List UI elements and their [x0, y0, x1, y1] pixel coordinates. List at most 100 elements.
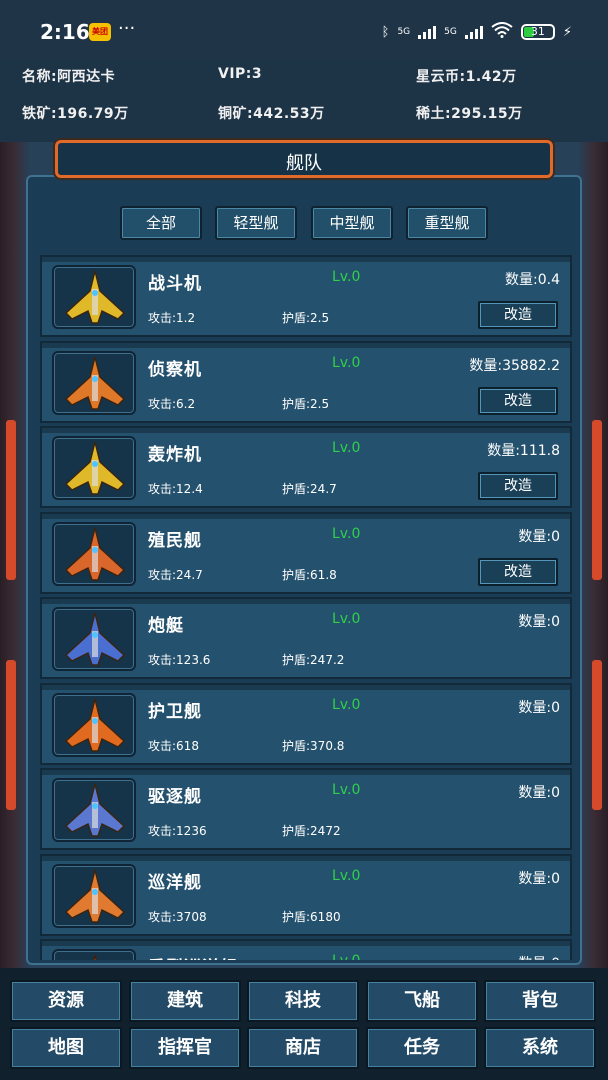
more-notifications-icon: ··· [118, 18, 136, 39]
tab-all[interactable]: 全部 [120, 206, 202, 240]
ship-row[interactable]: 战斗机 Lv.0 数量:0.4 攻击:1.2 护盾:2.5 改造 [40, 255, 572, 337]
ship-name: 巡洋舰 [148, 872, 202, 893]
ship-row[interactable]: 炮艇 Lv.0 数量:0 攻击:123.6 护盾:247.2 [40, 597, 572, 679]
tab-medium-ships[interactable]: 中型舰 [311, 206, 393, 240]
network-type-1: 5G [397, 27, 411, 37]
bottom-nav: 资源 建筑 科技 飞船 背包 地图 指挥官 商店 任务 系统 [0, 968, 608, 1080]
ship-quantity: 数量:0 [518, 785, 560, 801]
nav-system[interactable]: 系统 [484, 1027, 596, 1069]
ship-row[interactable]: 侦察机 Lv.0 数量:35882.2 攻击:6.2 护盾:2.5 改造 [40, 340, 572, 423]
ship-thumbnail [52, 265, 136, 329]
ship-row[interactable]: 驱逐舰 Lv.0 数量:0 攻击:1236 护盾:2472 [40, 768, 572, 850]
right-frame-deco [592, 420, 602, 580]
ship-level: Lv.0 [332, 696, 361, 713]
frigate-ship-icon [64, 698, 126, 752]
ship-thumbnail [52, 350, 136, 415]
ship-level: Lv.0 [332, 611, 361, 627]
nav-tasks[interactable]: 任务 [366, 1027, 478, 1069]
nav-buildings[interactable]: 建筑 [129, 980, 241, 1022]
page-title: 舰队 [286, 153, 322, 174]
gunboat-ship-icon [64, 612, 126, 666]
ship-level: Lv.0 [332, 782, 361, 798]
row-header-strip [42, 257, 570, 262]
row-header-strip [42, 855, 570, 861]
nav-backpack[interactable]: 背包 [484, 980, 596, 1022]
ship-thumbnail [52, 863, 136, 928]
modify-button[interactable]: 改造 [478, 301, 558, 329]
ship-attack: 攻击:12.4 [148, 482, 203, 496]
ship-shield: 护盾:370.8 [282, 738, 345, 753]
vip-level: VIP:3 [218, 66, 263, 82]
nav-technology[interactable]: 科技 [247, 980, 359, 1022]
status-bar: 2:16 美团 ··· ᛒ 5G 5G 31 ⚡ [0, 0, 608, 60]
bluetooth-icon: ᛒ [381, 24, 390, 40]
ship-thumbnail [52, 778, 136, 842]
ship-attack: 攻击:3708 [148, 909, 207, 924]
row-header-strip [42, 599, 570, 604]
row-header-strip [42, 428, 570, 433]
tab-heavy-ships[interactable]: 重型舰 [406, 206, 488, 240]
ship-row[interactable]: 巡洋舰 Lv.0 数量:0 攻击:3708 护盾:6180 [40, 853, 572, 936]
ship-level: Lv.0 [332, 867, 361, 884]
row-header-strip [42, 513, 570, 519]
ship-quantity: 数量:0 [518, 953, 560, 960]
ship-level: Lv.0 [332, 354, 361, 371]
signal-icon [418, 25, 437, 39]
bomber-ship-icon [64, 441, 126, 495]
ship-attack: 攻击:1236 [148, 824, 207, 838]
meituan-app-icon: 美团 [89, 23, 111, 41]
ship-row[interactable]: 殖民舰 Lv.0 数量:0 攻击:24.7 护盾:61.8 改造 [40, 511, 572, 594]
ship-attack: 攻击:24.7 [148, 567, 203, 582]
ship-name: 重型巡洋舰 [148, 953, 238, 960]
ship-thumbnail [52, 521, 136, 586]
nav-map[interactable]: 地图 [10, 1027, 122, 1069]
nav-resources[interactable]: 资源 [10, 980, 122, 1022]
left-frame-deco [6, 420, 16, 580]
modify-button[interactable]: 改造 [478, 386, 558, 415]
ship-name: 殖民舰 [148, 530, 202, 551]
ship-shield: 护盾:247.2 [282, 653, 345, 667]
title-bar: 舰队 [55, 140, 553, 178]
ship-row[interactable]: 轰炸机 Lv.0 数量:111.8 攻击:12.4 护盾:24.7 改造 [40, 426, 572, 508]
clock: 2:16 [40, 20, 90, 44]
ship-level: Lv.0 [332, 440, 361, 456]
modify-button[interactable]: 改造 [478, 557, 558, 586]
ship-name: 炮艇 [148, 616, 184, 636]
ship-quantity: 数量:0 [518, 528, 560, 545]
ship-thumbnail [52, 607, 136, 671]
ship-quantity: 数量:111.8 [487, 443, 560, 459]
ship-shield: 护盾:2472 [282, 824, 341, 838]
fighter-ship-icon [64, 270, 126, 324]
signal-icon-2 [464, 25, 483, 39]
ship-thumbnail [52, 692, 136, 757]
iron-ore: 铁矿:196.79万 [22, 106, 129, 122]
ship-thumbnail [52, 949, 136, 960]
ship-quantity: 数量:0 [518, 614, 560, 630]
ship-list[interactable]: 战斗机 Lv.0 数量:0.4 攻击:1.2 护盾:2.5 改造 侦察机 Lv.0 数量:358… [40, 255, 572, 960]
cruiser-ship-icon [64, 869, 126, 923]
player-name: 名称:阿西达卡 [22, 69, 116, 85]
ship-attack: 攻击:6.2 [148, 396, 196, 411]
ship-row[interactable]: 重型巡洋舰 Lv.0 数量:0 [40, 939, 572, 960]
ship-level: Lv.0 [332, 269, 361, 285]
nav-shop[interactable]: 商店 [247, 1027, 359, 1069]
ship-quantity: 数量:0.4 [505, 272, 560, 288]
ship-quantity: 数量:0 [518, 870, 560, 887]
ship-row[interactable]: 护卫舰 Lv.0 数量:0 攻击:618 护盾:370.8 [40, 682, 572, 765]
ship-attack: 攻击:123.6 [148, 653, 211, 667]
tab-light-ships[interactable]: 轻型舰 [215, 206, 297, 240]
nav-commander[interactable]: 指挥官 [129, 1027, 241, 1069]
rare-earth: 稀土:295.15万 [416, 106, 523, 122]
wifi-icon [491, 22, 513, 42]
ship-quantity: 数量:35882.2 [469, 357, 560, 374]
heavy-cruiser-ship-icon [92, 954, 98, 960]
ship-name: 驱逐舰 [148, 787, 202, 807]
right-frame-deco-2 [592, 660, 602, 810]
left-frame-deco-2 [6, 660, 16, 810]
ship-name: 侦察机 [148, 359, 202, 380]
ship-shield: 护盾:6180 [282, 909, 341, 924]
nav-ships[interactable]: 飞船 [366, 980, 478, 1022]
modify-button[interactable]: 改造 [478, 472, 558, 500]
row-header-strip [42, 342, 570, 348]
destroyer-ship-icon [64, 783, 126, 837]
